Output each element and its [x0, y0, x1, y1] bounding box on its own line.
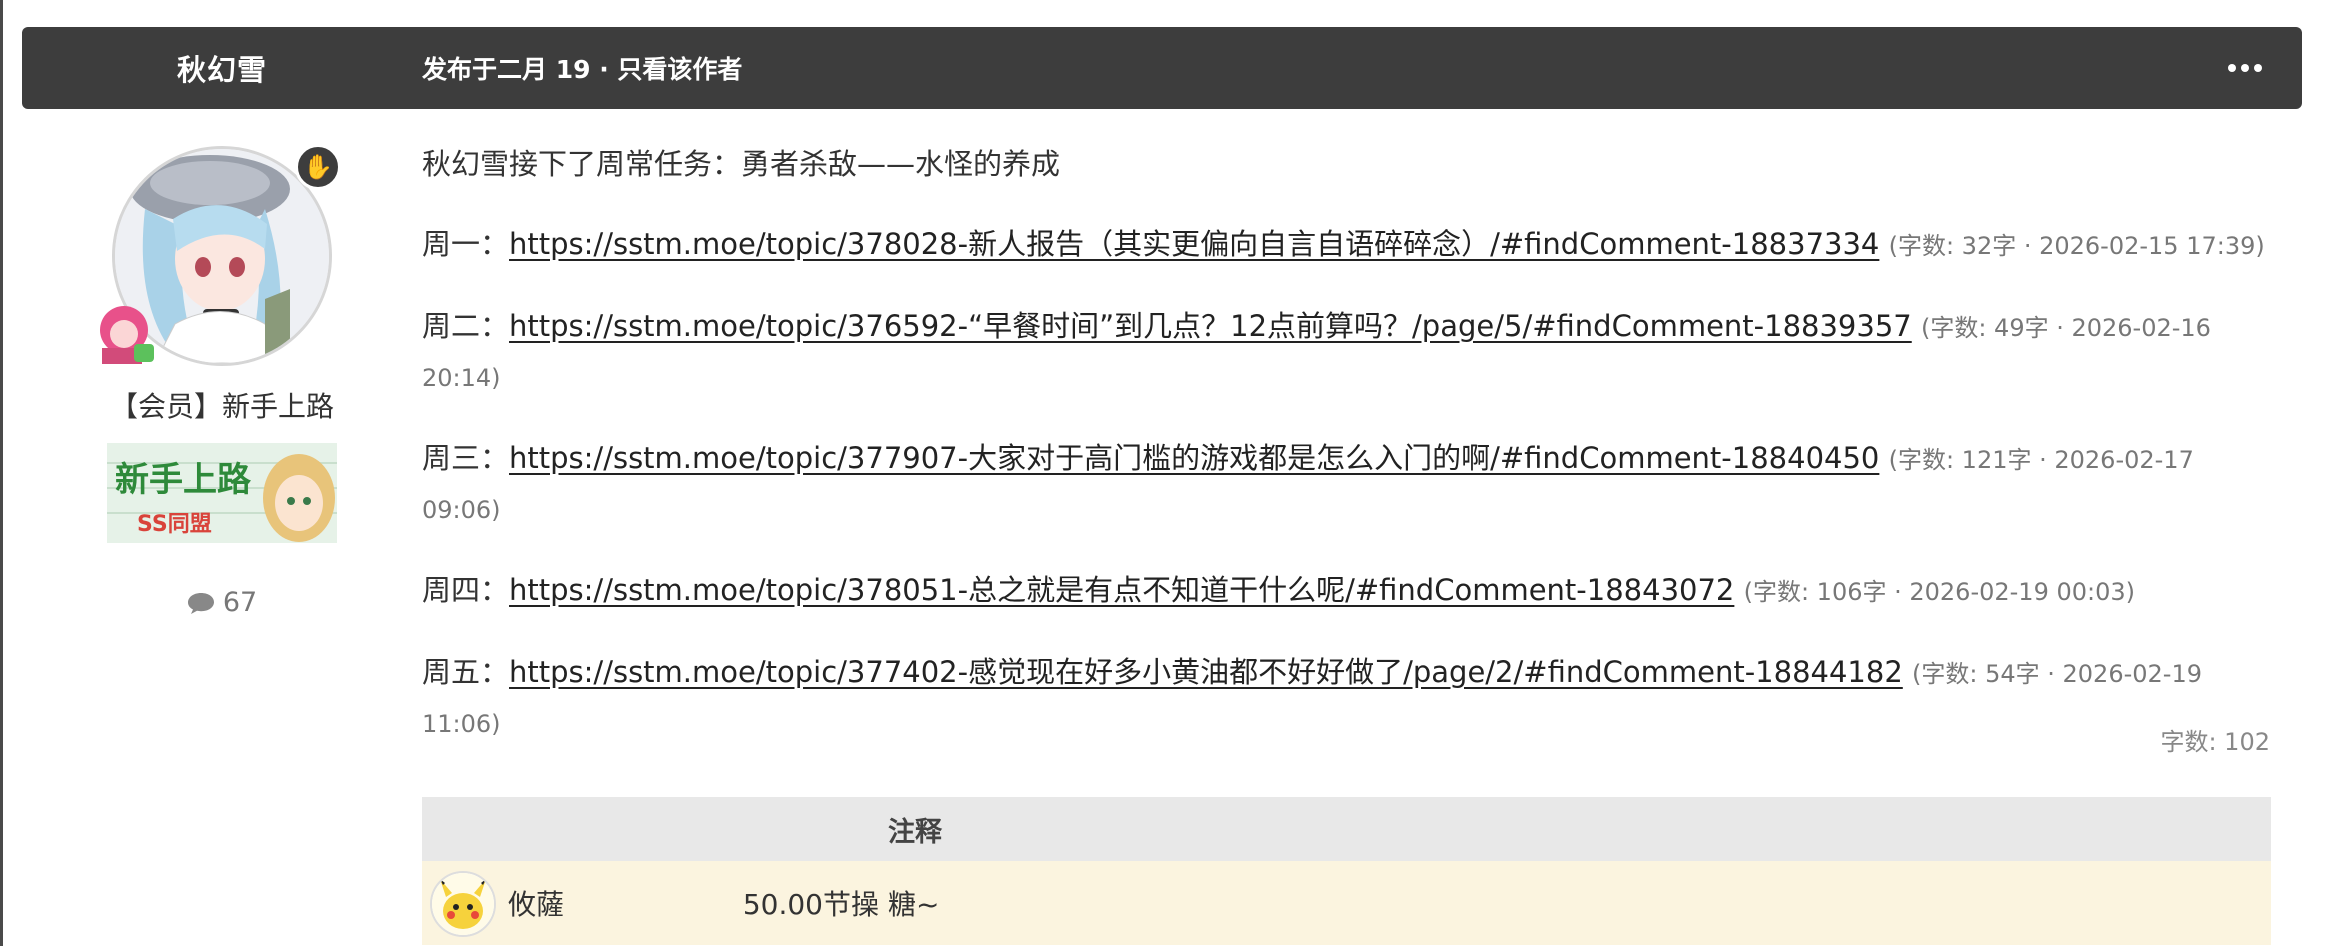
list-item: 周一：https://sstm.moe/topic/378028-新人报告（其实… — [422, 220, 2272, 270]
column-header-note: 注释 — [888, 816, 942, 848]
topic-link[interactable]: https://sstm.moe/topic/378051-总之就是有点不知道干… — [509, 573, 1734, 607]
topic-link[interactable]: https://sstm.moe/topic/376592-“早餐时间”到几点？… — [509, 309, 1912, 343]
svg-text:新手上路: 新手上路 — [115, 460, 252, 500]
post-intro: 秋幻雪接下了周常任务：勇者杀敌——水怪的养成 — [422, 147, 1061, 181]
day-label: 周三： — [422, 441, 510, 475]
list-item: 周五：https://sstm.moe/topic/377402-感觉现在好多小… — [422, 648, 2272, 748]
topic-link[interactable]: https://sstm.moe/topic/377402-感觉现在好多小黄油都… — [509, 655, 1903, 689]
author-name-link[interactable]: 秋幻雪 — [22, 27, 422, 109]
hand-badge-icon: ✋ — [295, 144, 341, 190]
more-options-icon[interactable] — [2228, 27, 2262, 109]
day-label: 周二： — [422, 309, 510, 343]
author-avatar-container: ✋ — [100, 144, 341, 366]
member-title: 【会员】新手上路 — [109, 390, 334, 423]
avatar[interactable] — [430, 871, 496, 937]
window-edge — [0, 0, 3, 946]
topic-link[interactable]: https://sstm.moe/topic/378028-新人报告（其实更偏向… — [509, 227, 1879, 261]
table-row: 攸薩 50.00节操 糖~ — [422, 861, 2271, 945]
word-count: 字数: 102 — [2160, 728, 2270, 756]
svg-text:SS同盟: SS同盟 — [137, 512, 212, 537]
reward-amount: 50.00节操 — [742, 888, 879, 921]
post-meta[interactable]: 发布于二月 19 · 只看该作者 — [422, 27, 742, 109]
day-label: 周一： — [422, 227, 510, 261]
post-count: 67 — [112, 587, 332, 618]
rank-banner-image: 新手上路 SS同盟 — [107, 443, 337, 543]
list-item: 周四：https://sstm.moe/topic/378051-总之就是有点不… — [422, 566, 2272, 616]
reward-user[interactable]: 攸薩 — [508, 861, 564, 945]
post-content: 秋幻雪接下了周常任务：勇者杀敌——水怪的养成 周一：https://sstm.m… — [422, 140, 2272, 780]
table-header: 注释 — [422, 797, 2271, 861]
list-item: 周二：https://sstm.moe/topic/376592-“早餐时间”到… — [422, 302, 2272, 402]
entry-meta: (字数: 32字 · 2026-02-15 17:39) — [1888, 232, 2265, 260]
list-item: 周三：https://sstm.moe/topic/377907-大家对于高门槛… — [422, 434, 2272, 534]
topic-link[interactable]: https://sstm.moe/topic/377907-大家对于高门槛的游戏… — [509, 441, 1879, 475]
comment-icon — [187, 592, 214, 614]
reward-note: 糖~ — [888, 888, 940, 921]
reward-table: 注释 攸薩 50.00节操 糖~ — [422, 797, 2271, 945]
entry-meta: (字数: 106字 · 2026-02-19 00:03) — [1743, 578, 2135, 606]
day-label: 周四： — [422, 573, 510, 607]
member-mini-badge-icon — [100, 306, 154, 364]
post-header: 秋幻雪 发布于二月 19 · 只看该作者 — [22, 27, 2302, 109]
day-label: 周五： — [422, 655, 510, 689]
post-count-value: 67 — [222, 587, 258, 618]
